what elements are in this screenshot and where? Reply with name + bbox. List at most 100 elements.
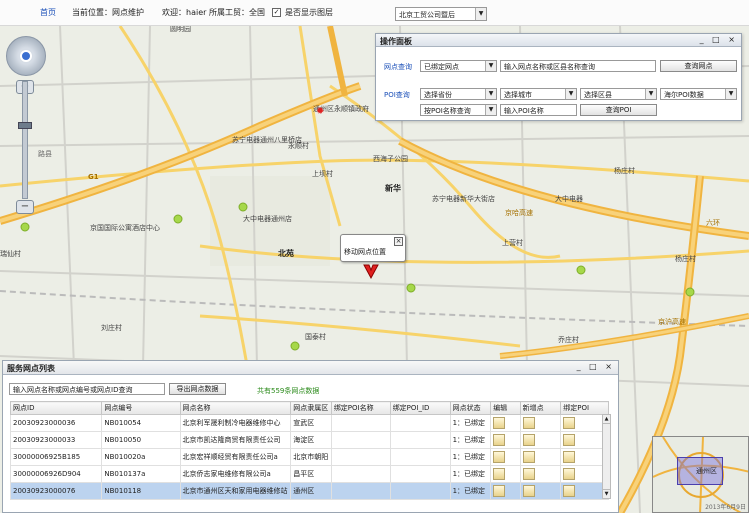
popup-text[interactable]: 移动网点位置 (344, 248, 386, 256)
outlet-list-header[interactable]: 服务网点列表 _ □ × (3, 361, 618, 375)
column-header[interactable]: 绑定POI名称 (330, 401, 391, 415)
outlet-code: NB010137a (101, 465, 181, 483)
home-link[interactable]: 首页 (40, 7, 56, 18)
edit-icon[interactable] (493, 451, 506, 463)
bind-poi-icon[interactable] (563, 434, 576, 446)
operation-panel: 操作面板 _ □ × 网点查询 已绑定网点 ▼ 输入网点名称或区县名称查询 查询… (375, 33, 742, 121)
column-header[interactable]: 网点隶属区 (290, 401, 332, 415)
map-label: 六环 (706, 219, 720, 227)
map-label: 苏宁电器新华大街店 (432, 195, 495, 203)
map-label: 杨庄村 (614, 167, 635, 175)
add-point-icon[interactable] (522, 434, 535, 446)
outlet-list-search-input[interactable]: 输入网点名称或网点编号或网点ID查询 (9, 383, 165, 395)
table-row[interactable]: 30000006926D904 NB010137a 北京侨志家电维修有限公司a … (9, 465, 609, 483)
locate-icon[interactable] (20, 50, 32, 62)
bound-poi-id (389, 431, 451, 449)
outlet-district: 海淀区 (290, 431, 332, 449)
minimap-viewport[interactable]: 通州区 (677, 457, 723, 485)
table-row[interactable]: 20030923000033 NB010050 北京市凯达隆商贸有限责任公司 海… (9, 431, 609, 449)
chevron-down-icon: ▼ (725, 89, 736, 99)
table-row[interactable]: 20030923000036 NB010054 北京利军晟利制冷电器维修中心 宣… (9, 414, 609, 432)
query-outlet-button[interactable]: 查询网点 (660, 60, 737, 72)
column-header[interactable]: 绑定POI (560, 401, 609, 415)
column-header[interactable]: 网点编号 (101, 401, 181, 415)
window-controls[interactable]: _ □ × (700, 35, 738, 44)
outlet-list-title: 服务网点列表 (7, 364, 55, 373)
outlet-name: 北京宏祥顺经贸有限责任公司a (179, 448, 292, 466)
table-scrollbar[interactable]: ▲ ▼ (602, 414, 611, 499)
overview-minimap[interactable]: 通州区 2013年6月9日 (652, 436, 749, 513)
outlet-list-panel: 服务网点列表 _ □ × 输入网点名称或网点编号或网点ID查询 导出网点数据 共… (2, 360, 619, 513)
province-select[interactable]: 选择省份 ▼ (420, 88, 497, 100)
district-select[interactable]: 选择区县 ▼ (580, 88, 657, 100)
map-label: 大中电器 (555, 195, 583, 203)
bind-poi-icon[interactable] (563, 451, 576, 463)
map-label: 国泰村 (305, 333, 326, 341)
operation-panel-title: 操作面板 (380, 37, 412, 46)
outlet-code: NB010050 (101, 431, 181, 449)
map-label: 刘庄村 (101, 324, 122, 332)
outlet-id: 30000006925B185 (9, 448, 103, 466)
map-label: 京国国际公寓酒店中心 (90, 224, 160, 232)
poi-source-select[interactable]: 海尔POI数据 ▼ (660, 88, 737, 100)
poi-name-text: 输入POI名称 (504, 107, 544, 115)
bind-poi-icon[interactable] (563, 485, 576, 497)
bound-poi-id (389, 465, 451, 483)
close-icon[interactable]: × (394, 237, 403, 246)
add-point-icon[interactable] (522, 468, 535, 480)
zoom-out-button[interactable]: − (16, 200, 34, 214)
city-value: 选择城市 (504, 91, 532, 99)
query-poi-button[interactable]: 查询POI (580, 104, 657, 116)
outlet-name: 北京利军晟利制冷电器维修中心 (179, 414, 292, 432)
table-row[interactable]: 30000006925B185 NB010020a 北京宏祥顺经贸有限责任公司a… (9, 448, 609, 466)
outlet-search-input[interactable]: 输入网点名称或区县名称查询 (500, 60, 656, 72)
edit-icon[interactable] (493, 468, 506, 480)
poi-name-input[interactable]: 输入POI名称 (500, 104, 577, 116)
region-select-value: 北京工贸公司暨后 (399, 11, 455, 19)
map-label: 路县 (38, 150, 52, 158)
poi-query-mode-value: 按POI名称查询 (424, 107, 471, 115)
marker-popup: × 移动网点位置 (340, 234, 406, 262)
column-header[interactable]: 绑定POI_ID (389, 401, 451, 415)
add-point-icon[interactable] (522, 417, 535, 429)
scroll-up-icon[interactable]: ▲ (603, 415, 610, 424)
zoom-slider-thumb[interactable] (18, 122, 32, 129)
outlet-id: 20030923000033 (9, 431, 103, 449)
column-header[interactable]: 网点ID (9, 401, 103, 415)
welcome-text: 欢迎：haier 所属工贸：全国 (162, 8, 265, 17)
pan-control[interactable] (6, 36, 46, 76)
city-select[interactable]: 选择城市 ▼ (500, 88, 577, 100)
scroll-down-icon[interactable]: ▼ (603, 489, 610, 498)
poi-query-label: POI查询 (384, 91, 410, 99)
column-header[interactable]: 网点名称 (179, 401, 292, 415)
operation-panel-header[interactable]: 操作面板 _ □ × (376, 34, 741, 47)
bind-poi-icon[interactable] (563, 468, 576, 480)
poi-source-value: 海尔POI数据 (664, 91, 704, 99)
outlet-status-select[interactable]: 已绑定网点 ▼ (420, 60, 497, 72)
region-select[interactable]: 北京工贸公司暨后 ▼ (395, 7, 487, 21)
outlet-marker-icon[interactable] (362, 262, 380, 280)
outlet-id: 20030923000076 (9, 482, 103, 500)
outlet-district: 宣武区 (290, 414, 332, 432)
government-marker-icon[interactable]: ✹ (316, 106, 324, 117)
map-label: 北苑 (278, 249, 294, 258)
edit-icon[interactable] (493, 485, 506, 497)
column-header[interactable]: 新增点 (519, 401, 562, 415)
add-point-icon[interactable] (522, 485, 535, 497)
poi-query-mode-select[interactable]: 按POI名称查询 ▼ (420, 104, 497, 116)
export-button[interactable]: 导出网点数据 (169, 383, 226, 395)
column-header[interactable]: 编辑 (490, 401, 521, 415)
column-header[interactable]: 网点状态 (449, 401, 492, 415)
table-row-selected[interactable]: 20030923000076 NB010118 北京市通州区天和家用电器维修站 … (9, 482, 609, 500)
bound-poi-name (330, 482, 391, 500)
add-point-icon[interactable] (522, 451, 535, 463)
map-label: 乔庄村 (558, 336, 579, 344)
window-controls[interactable]: _ □ × (577, 362, 615, 371)
map-label: 杨庄村 (675, 255, 696, 263)
bind-poi-icon[interactable] (563, 417, 576, 429)
outlet-list-search-text: 输入网点名称或网点编号或网点ID查询 (13, 386, 133, 394)
edit-icon[interactable] (493, 434, 506, 446)
show-layer-checkbox[interactable]: ✓ (272, 8, 281, 17)
zoom-slider[interactable] (18, 81, 32, 199)
edit-icon[interactable] (493, 417, 506, 429)
